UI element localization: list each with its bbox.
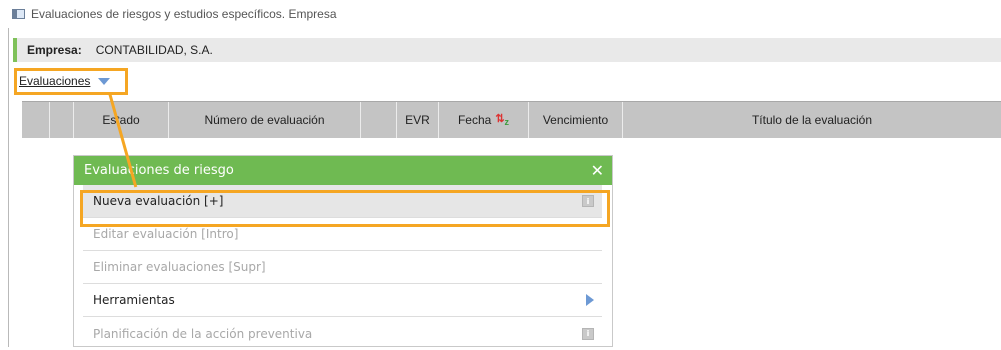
window-icon [12, 9, 25, 19]
col-vencimiento[interactable]: Vencimiento [529, 102, 623, 138]
menu-item-label: Herramientas [93, 293, 175, 307]
col-numero[interactable]: Número de evaluación [169, 102, 361, 138]
left-border [8, 28, 9, 347]
menu-item-label: Planificación de la acción preventiva [93, 326, 313, 341]
evaluaciones-popup-menu: Evaluaciones de riesgo ✕ Nueva evaluació… [73, 155, 613, 347]
highlight-box-menu [14, 68, 128, 95]
menu-item-eliminar-evaluaciones[interactable]: Eliminar evaluaciones [Supr] [83, 251, 602, 284]
window-titlebar: Evaluaciones de riesgos y estudios espec… [0, 0, 1001, 28]
col-vencimiento-label: Vencimiento [542, 113, 609, 127]
close-icon[interactable]: ✕ [591, 161, 604, 180]
grid-header: Estado Número de evaluación EVR Fecha ⇅z… [22, 101, 1001, 138]
company-label: Empresa: [27, 43, 82, 57]
highlight-box-nueva [80, 190, 610, 227]
popup-header: Evaluaciones de riesgo ✕ [74, 156, 612, 185]
col-titulo[interactable]: Título de la evaluación [623, 102, 1001, 138]
company-bar: Empresa: CONTABILIDAD, S.A. [13, 38, 1001, 62]
company-value: CONTABILIDAD, S.A. [95, 43, 213, 57]
menu-item-label: Eliminar evaluaciones [Supr] [93, 260, 266, 274]
chevron-right-icon [586, 294, 594, 306]
popup-title: Evaluaciones de riesgo [84, 163, 234, 178]
col-numero-label: Número de evaluación [204, 113, 325, 127]
menu-item-herramientas[interactable]: Herramientas [83, 284, 602, 317]
info-icon: i [582, 327, 594, 340]
col-blank-1 [22, 102, 50, 138]
col-fecha-label: Fecha [457, 113, 492, 127]
col-estado-label: Estado [102, 113, 140, 127]
sort-icon: ⇅z [495, 113, 510, 128]
col-blank-2 [50, 102, 74, 138]
menu-item-label: Editar evaluación [Intro] [93, 227, 239, 241]
col-blank-3 [361, 102, 397, 138]
col-evr-label: EVR [405, 113, 430, 127]
menu-item-planificacion[interactable]: Planificación de la acción preventiva i [83, 317, 602, 350]
col-fecha[interactable]: Fecha ⇅z [439, 102, 529, 138]
col-titulo-label: Título de la evaluación [751, 113, 873, 127]
window-title: Evaluaciones de riesgos y estudios espec… [31, 7, 337, 21]
col-evr[interactable]: EVR [397, 102, 439, 138]
